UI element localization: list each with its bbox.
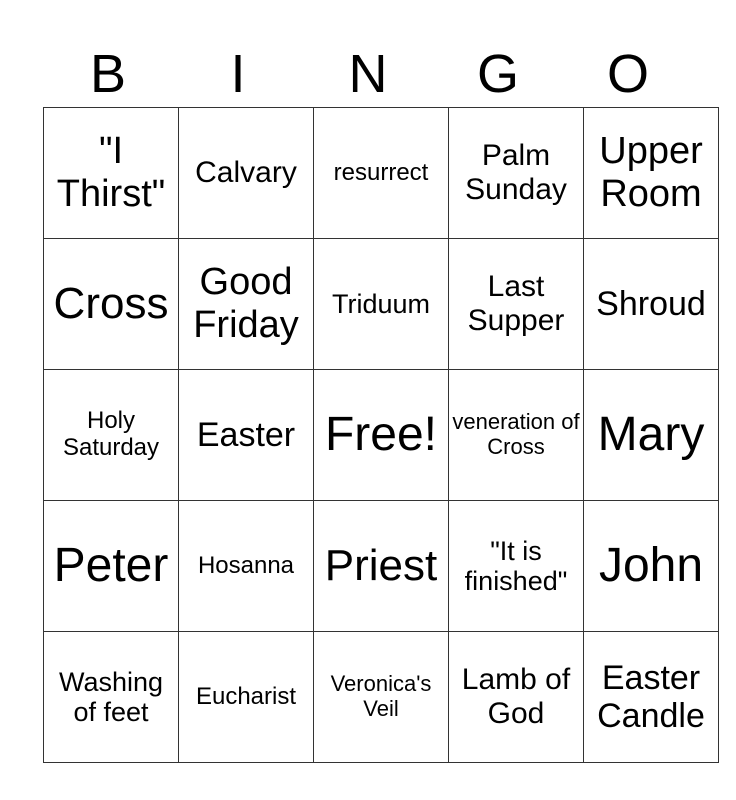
header-letter-o: O bbox=[606, 44, 649, 104]
bingo-cell[interactable]: Palm Sunday bbox=[448, 107, 584, 239]
bingo-cell[interactable]: Cross bbox=[43, 238, 179, 370]
bingo-card: "I Thirst" Calvary resurrect Palm Sunday… bbox=[43, 107, 719, 763]
bingo-cell[interactable]: "I Thirst" bbox=[43, 107, 179, 239]
bingo-cell[interactable]: Veronica's Veil bbox=[313, 631, 449, 763]
header-letter-g: G bbox=[476, 44, 519, 104]
bingo-cell[interactable]: Easter bbox=[178, 369, 314, 501]
bingo-cell[interactable]: Last Supper bbox=[448, 238, 584, 370]
bingo-row: Washing of feet Eucharist Veronica's Vei… bbox=[43, 631, 719, 763]
bingo-cell[interactable]: Triduum bbox=[313, 238, 449, 370]
bingo-cell[interactable]: veneration of Cross bbox=[448, 369, 584, 501]
bingo-cell[interactable]: "It is finished" bbox=[448, 500, 584, 632]
bingo-cell[interactable]: Upper Room bbox=[583, 107, 719, 239]
bingo-cell[interactable]: Peter bbox=[43, 500, 179, 632]
bingo-row: Holy Saturday Easter Free! veneration of… bbox=[43, 369, 719, 501]
bingo-cell[interactable]: Holy Saturday bbox=[43, 369, 179, 501]
bingo-cell[interactable]: Lamb of God bbox=[448, 631, 584, 763]
header-letter-b: B bbox=[89, 44, 127, 104]
bingo-row: Peter Hosanna Priest "It is finished" Jo… bbox=[43, 500, 719, 632]
bingo-cell[interactable]: Calvary bbox=[178, 107, 314, 239]
bingo-header: B I N G O bbox=[43, 44, 693, 104]
bingo-cell[interactable]: Hosanna bbox=[178, 500, 314, 632]
bingo-cell[interactable]: Priest bbox=[313, 500, 449, 632]
bingo-cell[interactable]: Mary bbox=[583, 369, 719, 501]
bingo-cell[interactable]: Washing of feet bbox=[43, 631, 179, 763]
bingo-cell[interactable]: Easter Candle bbox=[583, 631, 719, 763]
bingo-cell[interactable]: Shroud bbox=[583, 238, 719, 370]
bingo-row: Cross Good Friday Triduum Last Supper Sh… bbox=[43, 238, 719, 370]
header-letter-i: I bbox=[230, 44, 246, 104]
bingo-cell[interactable]: resurrect bbox=[313, 107, 449, 239]
bingo-cell[interactable]: Good Friday bbox=[178, 238, 314, 370]
free-space-cell[interactable]: Free! bbox=[313, 369, 449, 501]
header-letter-n: N bbox=[348, 44, 388, 104]
bingo-row: "I Thirst" Calvary resurrect Palm Sunday… bbox=[43, 107, 719, 239]
bingo-cell[interactable]: John bbox=[583, 500, 719, 632]
bingo-cell[interactable]: Eucharist bbox=[178, 631, 314, 763]
